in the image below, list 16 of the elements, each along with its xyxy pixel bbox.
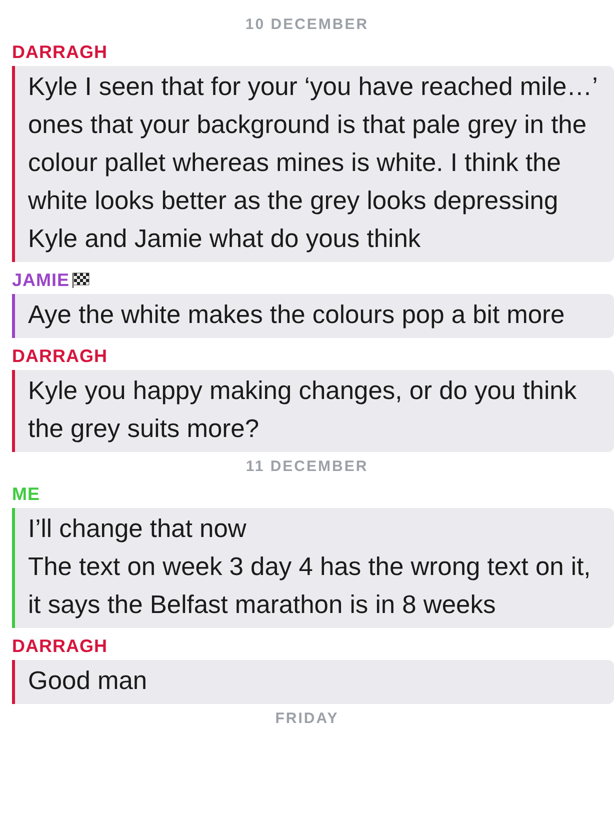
sender-name: DARRAGH (12, 42, 108, 62)
sender-name: DARRAGH (12, 636, 108, 656)
sender-name: ME (12, 484, 40, 504)
message-text: Aye the white makes the colours pop a bit more (28, 300, 566, 331)
message-text: Kyle and Jamie what do yous think (28, 224, 422, 255)
message-text: I’ll change that now (28, 514, 248, 545)
date-separator: FRIDAY (275, 710, 339, 728)
message-text: Kyle you happy making changes, or do you think the grey suits more? (28, 376, 578, 445)
date-separator: 10 DECEMBER (245, 16, 369, 34)
checkered-flag-icon (72, 272, 90, 288)
message-text: Kyle I seen that for your ‘you have reached mile…’ ones that your background is that pale grey in the colour pallet whereas mines is white. I think the white looks better as the grey looks depressing (28, 72, 598, 217)
date-separator: 11 DECEMBER (246, 458, 368, 476)
sender-name: DARRAGH (12, 346, 108, 366)
message-text: The text on week 3 day 4 has the wrong text on it, it says the Belfast marathon is in 8 weeks (28, 552, 592, 621)
sender-name: JAMIE (12, 270, 70, 290)
message-text: Good man (28, 666, 148, 697)
